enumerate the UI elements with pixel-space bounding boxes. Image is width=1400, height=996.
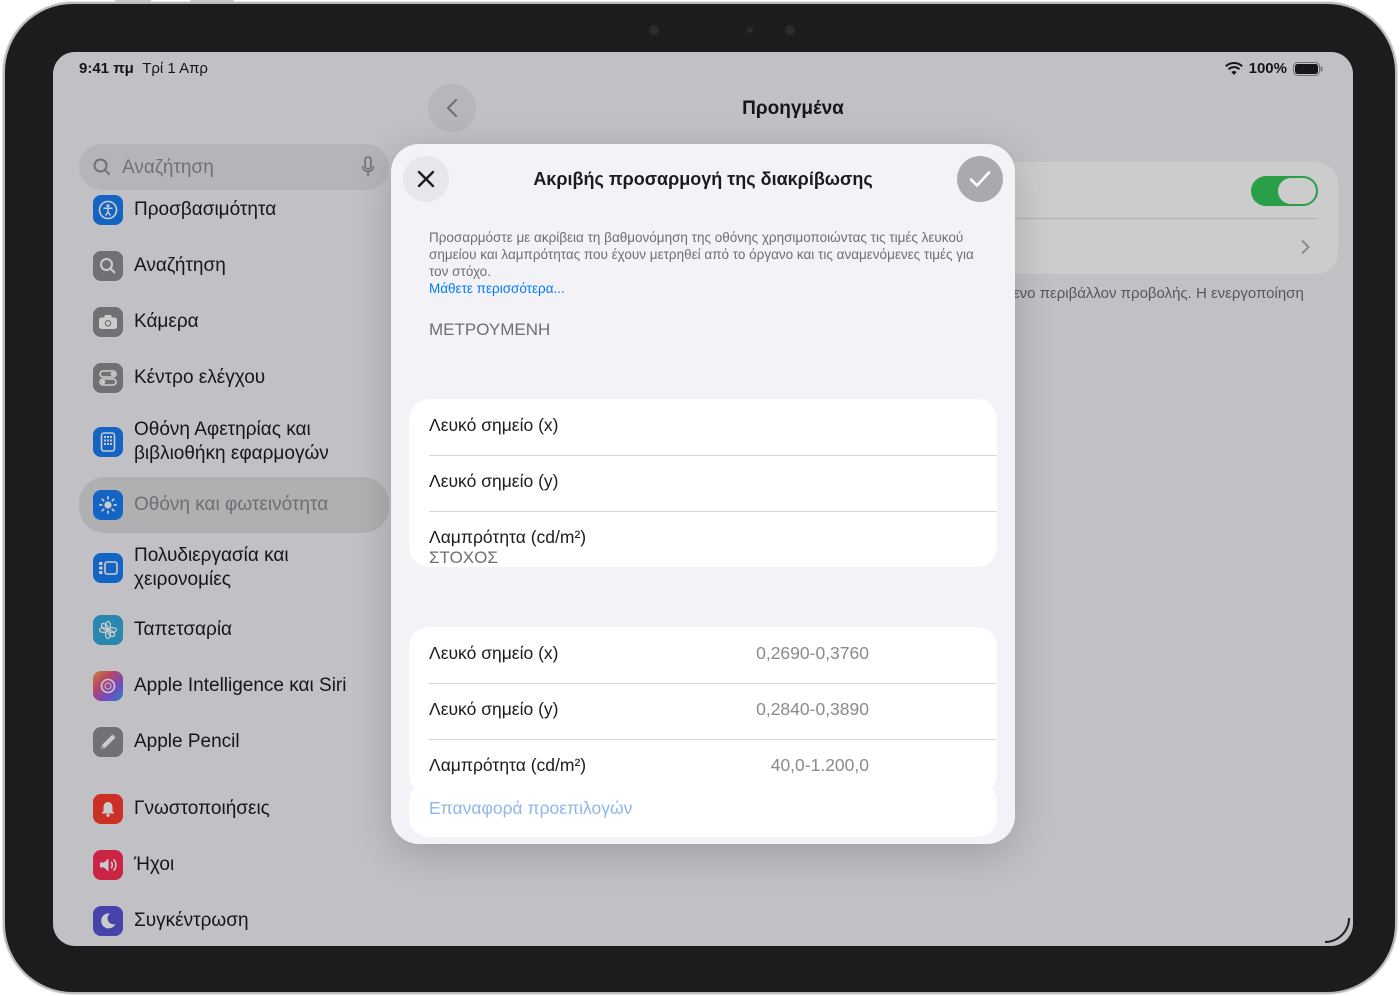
sheet-description: Προσαρμόστε με ακρίβεια τη βαθμονόμηση τ…	[429, 230, 974, 279]
measured-group: Λευκό σημείο (x) Λευκό σημείο (y) Λαμπρό…	[409, 399, 997, 567]
row-label: Λευκό σημείο (x)	[429, 415, 559, 435]
calibration-sheet: Ακριβής προσαρμογή της διακρίβωσης Προσα…	[391, 144, 1015, 844]
sensor	[747, 27, 753, 33]
row-value: 0,2840-0,3890	[756, 699, 869, 719]
done-button[interactable]	[957, 156, 1003, 202]
front-camera	[649, 25, 659, 35]
target-section-header: ΣΤΟΧΟΣ	[429, 548, 498, 567]
row-label: Λαμπρότητα (cd/m²)	[429, 527, 587, 547]
reset-defaults-button[interactable]: Επαναφορά προεπιλογών	[409, 781, 997, 837]
row-label: Λευκό σημείο (y)	[429, 699, 559, 719]
target-row-white-x[interactable]: Λευκό σημείο (x) 0,2690-0,3760	[429, 627, 977, 683]
pencil-corner-indicator	[1324, 917, 1350, 943]
top-button-left	[115, 0, 151, 2]
top-button-right	[190, 0, 234, 2]
row-label: Λευκό σημείο (y)	[429, 471, 559, 491]
measured-section-header: ΜΕΤΡΟΥΜΕΝΗ	[429, 320, 551, 339]
sensor-2	[785, 25, 795, 35]
checkmark-icon	[969, 171, 991, 187]
measured-row-luminance[interactable]: Λαμπρότητα (cd/m²)	[429, 511, 977, 567]
row-label: Λευκό σημείο (x)	[429, 643, 559, 663]
learn-more-link[interactable]: Μάθετε περισσότερα...	[429, 281, 565, 296]
row-value: 0,2690-0,3760	[756, 643, 869, 663]
measured-row-white-y[interactable]: Λευκό σημείο (y)	[429, 455, 977, 511]
reset-label: Επαναφορά προεπιλογών	[429, 798, 633, 818]
target-group: Λευκό σημείο (x) 0,2690-0,3760 Λευκό σημ…	[409, 627, 997, 795]
measured-row-white-x[interactable]: Λευκό σημείο (x)	[429, 399, 977, 455]
row-label: Λαμπρότητα (cd/m²)	[429, 755, 587, 775]
target-row-white-y[interactable]: Λευκό σημείο (y) 0,2840-0,3890	[429, 683, 977, 739]
screen: 9:41 πμ Τρί 1 Απρ 100% Αναζήτηση Προσβασ…	[53, 52, 1353, 946]
sheet-title: Ακριβής προσαρμογή της διακρίβωσης	[533, 169, 873, 189]
row-value: 40,0-1.200,0	[770, 755, 869, 775]
